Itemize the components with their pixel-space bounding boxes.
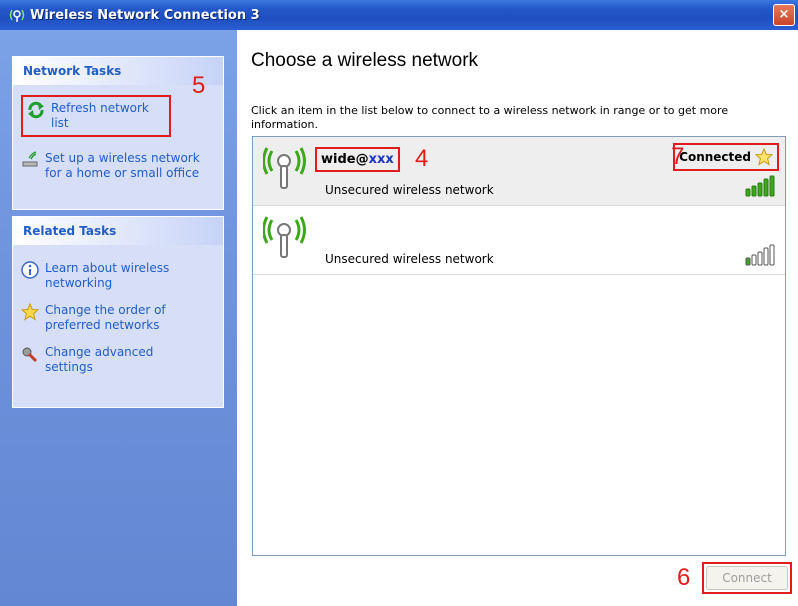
page-description: Click an item in the list below to conne… <box>251 104 729 131</box>
related-tasks-panel: Related Tasks Learn about wireless netwo… <box>12 216 224 408</box>
learn-wireless-networking-link[interactable]: Learn about wireless networking <box>21 261 215 291</box>
ssid-suffix: xxx <box>368 152 394 167</box>
info-icon <box>21 261 39 279</box>
network-security-label: Unsecured wireless network <box>325 252 494 266</box>
star-icon <box>21 303 39 321</box>
page-title: Choose a wireless network <box>251 50 479 71</box>
wireless-network-icon <box>9 9 25 22</box>
preferred-star-icon <box>755 148 773 166</box>
network-security-label: Unsecured wireless network <box>325 183 494 197</box>
connect-button[interactable]: Connect <box>706 566 788 590</box>
title-bar[interactable]: Wireless Network Connection 3 × <box>0 0 798 30</box>
annotation-5: 5 <box>192 72 206 99</box>
wireless-setup-icon <box>22 151 38 167</box>
close-button[interactable]: × <box>773 4 795 26</box>
list-divider <box>253 274 785 275</box>
network-list[interactable]: wide@xxx 4 Unsecured wireless network 7 … <box>252 136 786 556</box>
settings-icon <box>22 347 38 363</box>
ssid-prefix: wide@ <box>321 152 369 167</box>
change-advanced-settings-link[interactable]: Change advanced settings <box>21 345 215 375</box>
change-advanced-settings-label: Change advanced settings <box>45 345 154 374</box>
network-item[interactable]: Unsecured wireless network <box>253 206 785 274</box>
refresh-network-list-label: Refresh network list <box>51 101 149 130</box>
learn-wireless-networking-label: Learn about wireless networking <box>45 261 170 290</box>
refresh-icon <box>28 101 44 119</box>
main-content: Choose a wireless network Click an item … <box>237 30 798 606</box>
wireless-antenna-icon <box>263 216 306 258</box>
wireless-network-window: Wireless Network Connection 3 × Network … <box>0 0 798 606</box>
network-status: Connected <box>673 143 779 171</box>
network-item[interactable]: wide@xxx 4 Unsecured wireless network 7 … <box>253 137 785 205</box>
network-ssid: wide@xxx <box>315 147 400 172</box>
setup-wireless-network-label: Set up a wireless network for a home or … <box>45 151 200 180</box>
annotation-4: 4 <box>415 145 429 172</box>
signal-strength-icon <box>745 175 775 197</box>
connected-label: Connected <box>679 150 751 164</box>
change-preferred-order-link[interactable]: Change the order of preferred networks <box>21 303 215 333</box>
annotation-6: 6 <box>677 564 691 591</box>
signal-strength-icon <box>745 244 775 266</box>
setup-wireless-network-link[interactable]: Set up a wireless network for a home or … <box>21 151 215 181</box>
related-tasks-header[interactable]: Related Tasks <box>13 217 223 245</box>
wireless-antenna-icon <box>263 147 306 189</box>
refresh-network-list-link[interactable]: Refresh network list <box>21 95 171 137</box>
change-preferred-order-label: Change the order of preferred networks <box>45 303 166 332</box>
task-pane: Network Tasks Refresh network list Set u… <box>0 30 237 606</box>
window-title: Wireless Network Connection 3 <box>30 7 260 23</box>
